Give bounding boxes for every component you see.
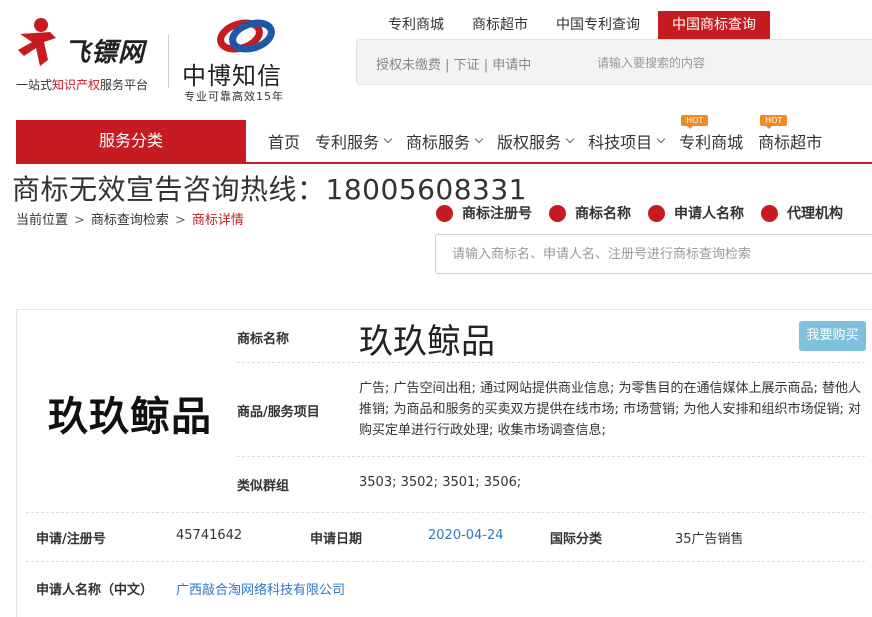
nav-underline — [16, 162, 872, 164]
tab-china-trademark-search[interactable]: 中国商标查询 — [658, 11, 770, 39]
tm-name-label: 商标名称 — [237, 332, 290, 347]
goods-label: 商品/服务项目 — [237, 405, 320, 420]
top-search-input[interactable]: 请输入要搜索的内容 — [597, 54, 705, 71]
divider — [237, 456, 865, 457]
tab-china-patent-search[interactable]: 中国专利查询 — [542, 11, 654, 39]
chevron-down-icon — [656, 134, 666, 144]
applicant-link[interactable]: 广西敲合淘网络科技有限公司 — [176, 579, 345, 598]
nav-item-trademark-service[interactable]: 商标服务 — [406, 129, 484, 153]
radio-dot-icon — [549, 204, 566, 222]
top-tabs: 专利商城 商标超市 中国专利查询 中国商标查询 — [374, 11, 770, 39]
reg-no-value: 45741642 — [176, 528, 243, 543]
intl-class-value: 35广告销售 — [675, 532, 744, 547]
zhongbo-slogan: 专业可靠高效15年 — [184, 90, 284, 103]
breadcrumb-link-search[interactable]: 商标查询检索 — [91, 213, 169, 228]
feibiao-slogan: 一站式知识产权服务平台 — [16, 78, 149, 92]
chevron-down-icon — [474, 134, 484, 144]
breadcrumb-current: 商标详情 — [191, 213, 244, 228]
apply-date-label: 申请日期 — [310, 532, 363, 547]
applicant-label: 申请人名称（中文） — [36, 583, 154, 598]
apply-date-value: 2020-04-24 — [428, 528, 504, 543]
divider — [237, 362, 865, 363]
query-tab-tm-name[interactable]: 商标名称 — [549, 203, 631, 223]
radio-dot-icon — [761, 204, 778, 222]
zhongbo-logo-text: 中博知信 — [182, 62, 282, 90]
nav-item-patent-service[interactable]: 专利服务 — [315, 129, 393, 153]
breadcrumb-label: 当前位置 — [16, 213, 69, 228]
trademark-search-box — [435, 234, 872, 274]
tab-trademark-market[interactable]: 商标超市 — [458, 11, 542, 39]
query-tab-applicant[interactable]: 申请人名称 — [648, 203, 744, 223]
tab-patent-mall[interactable]: 专利商城 — [374, 11, 458, 39]
tm-name-value: 玖玖鲸品 — [359, 322, 495, 362]
hotline-banner: 商标无效宣告咨询热线：18005608331 — [12, 173, 527, 206]
nav-item-copyright-service[interactable]: 版权服务 — [497, 129, 575, 153]
feibiao-logo[interactable]: 飞镖网 一站式知识产权服务平台 — [14, 14, 158, 92]
nav-item-home[interactable]: 首页 — [268, 129, 300, 153]
similar-group-label: 类似群组 — [237, 479, 290, 494]
chevron-down-icon — [383, 134, 393, 144]
service-category-button[interactable]: 服务分类 — [16, 120, 246, 162]
reg-no-label: 申请/注册号 — [36, 532, 106, 547]
runner-logo-icon — [18, 18, 56, 66]
similar-group-value: 3503; 3502; 3501; 3506; — [359, 475, 522, 490]
buy-button[interactable]: 我要购买 — [799, 321, 866, 351]
divider — [26, 561, 865, 562]
status-filter-text[interactable]: 授权未缴费 | 下证 | 申请中 — [376, 54, 531, 73]
logo-divider — [168, 34, 169, 88]
nav-item-trademark-market[interactable]: HOT 商标超市 — [758, 115, 822, 153]
ring-logo-icon — [217, 19, 275, 53]
feibiao-logo-text: 飞镖网 — [64, 38, 146, 68]
chevron-down-icon — [565, 134, 575, 144]
hot-badge: HOT — [681, 115, 709, 129]
query-tab-reg-no[interactable]: 商标注册号 — [436, 203, 532, 223]
query-type-tabs: 商标注册号 商标名称 申请人名称 代理机构 — [436, 203, 860, 223]
nav-item-patent-mall[interactable]: HOT 专利商城 — [679, 115, 743, 153]
intl-class-label: 国际分类 — [550, 532, 603, 547]
radio-dot-icon — [648, 204, 665, 222]
nav-item-tech-project[interactable]: 科技项目 — [588, 129, 666, 153]
query-tab-agency[interactable]: 代理机构 — [761, 203, 843, 223]
hot-badge: HOT — [760, 115, 788, 129]
goods-value: 广告; 广告空间出租; 通过网站提供商业信息; 为零售目的在通信媒体上展示商品;… — [359, 381, 862, 438]
breadcrumb: 当前位置 > 商标查询检索 > 商标详情 — [16, 213, 244, 228]
radio-dot-icon — [436, 204, 453, 222]
trademark-image: 玖玖鲸品 — [48, 394, 212, 440]
zhongbo-logo[interactable]: 中博知信 专业可靠高效15年 — [182, 14, 312, 103]
trademark-search-input[interactable] — [436, 235, 872, 273]
divider — [26, 512, 865, 513]
main-nav: 首页 专利服务 商标服务 版权服务 科技项目 HOT 专利商城 HOT 商标超市 — [268, 115, 837, 162]
top-info-bar: 授权未缴费 | 下证 | 申请中 请输入要搜索的内容 — [356, 39, 872, 85]
